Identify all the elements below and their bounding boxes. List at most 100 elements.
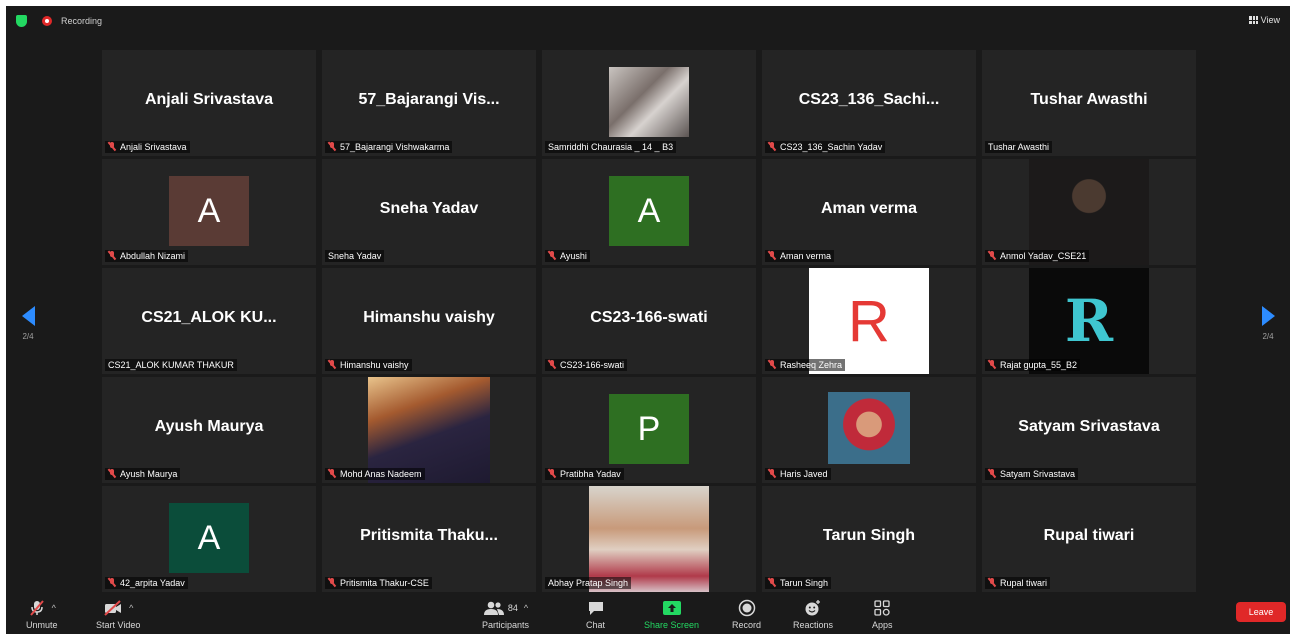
participant-tile[interactable]: R Rasheeq Zehra [762,268,976,374]
page-indicator-left: 2/4 [22,332,34,341]
participant-tile[interactable]: P Pratibha Yadav [542,377,756,483]
participant-display-name: CS21_ALOK KU... [141,309,277,326]
participant-name-text: 57_Bajarangi Vishwakarma [340,142,450,152]
participant-name-label: Rajat gupta_55_B2 [985,359,1081,371]
start-video-button[interactable]: ^ Start Video [96,598,140,630]
apps-button[interactable]: Apps [872,598,893,630]
participant-name-label: Sneha Yadav [325,250,385,262]
participant-display-name: Satyam Srivastava [1018,418,1160,435]
participant-tile[interactable]: Abhay Pratap Singh [542,486,756,592]
microphone-muted-icon [108,469,116,478]
participant-name-text: Abhay Pratap Singh [548,578,629,588]
participant-name-text: Rajat gupta_55_B2 [1000,360,1078,370]
participant-name-text: Sneha Yadav [328,251,382,261]
participant-tile[interactable]: A Ayushi [542,159,756,265]
participant-tile[interactable]: R Rajat gupta_55_B2 [982,268,1196,374]
participant-display-name: Aman verma [820,200,918,217]
participant-name-label: Mohd Anas Nadeem [325,468,425,480]
participant-name-text: Himanshu vaishy [340,360,409,370]
microphone-muted-icon [768,251,776,260]
participant-name-label: Samriddhi Chaurasia _ 14 _ B3 [545,141,677,153]
participant-name-text: Samriddhi Chaurasia _ 14 _ B3 [548,142,674,152]
participant-tile[interactable]: Satyam Srivastava Satyam Srivastava [982,377,1196,483]
reactions-button[interactable]: Reactions [793,598,833,630]
participant-tile[interactable]: Tushar Awasthi Tushar Awasthi [982,50,1196,156]
participant-name-text: Anjali Srivastava [120,142,187,152]
participant-tile[interactable]: Himanshu vaishy Himanshu vaishy [322,268,536,374]
participant-name-text: Rasheeq Zehra [780,360,843,370]
participant-display-name: Pritismita Thaku... [360,527,498,544]
chat-button[interactable]: Chat [586,598,605,630]
participant-tile[interactable]: Mohd Anas Nadeem [322,377,536,483]
microphone-muted-icon [768,469,776,478]
record-icon [738,599,755,617]
avatar: P [609,394,689,464]
participant-name-label: Ayush Maurya [105,468,181,480]
start-video-label: Start Video [96,620,141,630]
view-label: View [1260,15,1280,25]
leave-button[interactable]: Leave [1236,602,1286,622]
recording-icon[interactable] [42,16,52,26]
top-bar: Recording View [6,6,1290,36]
chevron-up-icon[interactable]: ^ [52,603,56,613]
participant-name-text: Anmol Yadav_CSE21 [1000,251,1087,261]
participant-tile[interactable]: Sneha Yadav Sneha Yadav [322,159,536,265]
participant-name-label: 57_Bajarangi Vishwakarma [325,141,453,153]
unmute-button[interactable]: ^ Unmute [26,598,58,630]
grid-view-icon [1248,16,1258,24]
participant-photo [609,67,689,137]
chat-icon [588,602,603,615]
participant-name-text: Pratibha Yadav [560,469,621,479]
participant-tile[interactable]: A 42_arpita Yadav [102,486,316,592]
participant-tile[interactable]: Haris Javed [762,377,976,483]
participant-tile[interactable]: Rupal tiwari Rupal tiwari [982,486,1196,592]
next-page-button[interactable]: 2/4 [1256,306,1280,341]
participant-tile[interactable]: Samriddhi Chaurasia _ 14 _ B3 [542,50,756,156]
chevron-up-icon[interactable]: ^ [524,603,528,613]
video-grid: Anjali Srivastava Anjali Srivastava 57_Baj… [102,50,1202,596]
participant-tile[interactable]: Anmol Yadav_CSE21 [982,159,1196,265]
participant-name-label: Anmol Yadav_CSE21 [985,250,1090,262]
chat-label: Chat [586,620,606,630]
participant-tile[interactable]: 57_Bajarangi Vis... 57_Bajarangi Vishwaka… [322,50,536,156]
participant-name-label: Tushar Awasthi [985,141,1053,153]
participant-name-text: Tarun Singh [780,578,829,588]
microphone-muted-icon [548,360,556,369]
participant-tile[interactable]: A Abdullah Nizami [102,159,316,265]
participant-tile[interactable]: CS21_ALOK KU... CS21_ALOK KUMAR THAKUR [102,268,316,374]
participants-button[interactable]: 84 ^ Participants [482,598,529,630]
avatar: A [609,176,689,246]
participant-name-text: Pritismita Thakur-CSE [340,578,429,588]
microphone-muted-icon [108,578,116,587]
record-button[interactable]: Record [732,598,761,630]
participant-name-label: Rupal tiwari [985,577,1051,589]
participant-name-label: Aman verma [765,250,835,262]
encryption-shield-icon[interactable] [16,15,27,27]
microphone-muted-icon [988,469,996,478]
reactions-label: Reactions [793,620,834,630]
participant-tile[interactable]: Aman verma Aman verma [762,159,976,265]
share-screen-button[interactable]: Share Screen [644,598,699,630]
participant-tile[interactable]: Pritismita Thaku... Pritismita Thakur-CSE [322,486,536,592]
participant-tile[interactable]: Ayush Maurya Ayush Maurya [102,377,316,483]
participant-name-text: Mohd Anas Nadeem [340,469,422,479]
participant-display-name: Tarun Singh [822,527,916,544]
participant-tile[interactable]: CS23-166-swati CS23-166-swati [542,268,756,374]
participant-tile[interactable]: CS23_136_Sachi... CS23_136_Sachin Yadav [762,50,976,156]
participant-name-label: CS23_136_Sachin Yadav [765,141,886,153]
previous-page-button[interactable]: 2/4 [16,306,40,341]
microphone-muted-icon [328,469,336,478]
participant-tile[interactable]: Anjali Srivastava Anjali Srivastava [102,50,316,156]
chevron-up-icon[interactable]: ^ [129,603,133,613]
participant-display-name: Anjali Srivastava [144,91,274,108]
reactions-icon [805,600,821,616]
meeting-window: Recording View 2/4 2/4 Anjali Srivastava… [6,6,1290,634]
participant-display-name: CS23_136_Sachi... [798,91,940,108]
participant-name-label: Rasheeq Zehra [765,359,846,371]
participant-tile[interactable]: Tarun Singh Tarun Singh [762,486,976,592]
video-off-icon [104,600,122,616]
unmute-label: Unmute [26,620,58,630]
microphone-muted-icon [988,578,996,587]
participant-name-label: Ayushi [545,250,590,262]
view-button[interactable]: View [1248,15,1280,25]
